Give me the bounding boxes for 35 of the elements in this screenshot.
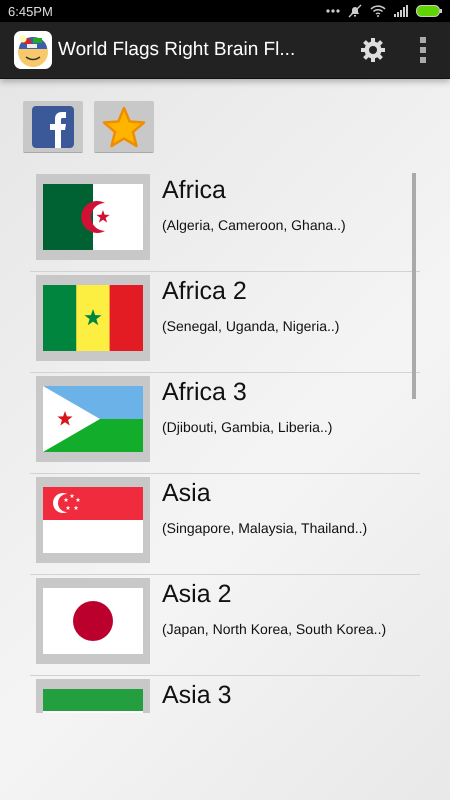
category-examples: (Algeria, Cameroon, Ghana..) xyxy=(162,217,346,233)
app-logo-icon xyxy=(14,31,52,69)
flag-icon xyxy=(43,386,143,452)
category-name: Asia 2 xyxy=(162,580,232,609)
category-row[interactable]: Africa (Algeria, Cameroon, Ghana..) xyxy=(30,171,420,272)
category-name: Africa 2 xyxy=(162,277,248,306)
category-examples: (Japan, North Korea, South Korea..) xyxy=(162,621,386,637)
category-name: Africa 3 xyxy=(162,378,248,407)
category-name: Asia xyxy=(162,479,212,508)
category-name: Asia 3 xyxy=(162,681,232,710)
flag-icon xyxy=(43,487,143,553)
menu-icon xyxy=(420,37,426,63)
facebook-icon xyxy=(32,106,74,148)
category-row[interactable]: Africa 2 (Senegal, Uganda, Nigeria..) xyxy=(30,272,420,373)
flag-icon xyxy=(43,285,143,351)
facebook-button[interactable] xyxy=(23,101,83,153)
category-row[interactable]: Asia (Singapore, Malaysia, Thailand..) xyxy=(30,474,420,575)
alarm-off-icon xyxy=(348,4,362,18)
category-row[interactable]: Asia 2 (Japan, North Korea, South Korea..) xyxy=(30,575,420,676)
more-notifications-icon xyxy=(326,9,340,13)
flag-icon xyxy=(43,588,143,654)
flag-icon xyxy=(43,184,143,250)
app-title: World Flags Right Brain Fl... xyxy=(58,39,296,61)
battery-icon xyxy=(416,5,442,17)
category-row[interactable]: Africa 3 (Djibouti, Gambia, Liberia..) xyxy=(30,373,420,474)
wifi-icon xyxy=(370,5,386,17)
category-examples: (Singapore, Malaysia, Thailand..) xyxy=(162,520,368,536)
status-time: 6:45PM xyxy=(8,4,53,18)
category-row[interactable]: Asia 3 xyxy=(30,676,420,713)
settings-icon xyxy=(360,37,386,63)
star-icon xyxy=(102,106,146,148)
category-examples: (Senegal, Uganda, Nigeria..) xyxy=(162,318,340,334)
category-name: Africa xyxy=(162,176,227,205)
signal-icon xyxy=(394,5,408,17)
category-examples: (Djibouti, Gambia, Liberia..) xyxy=(162,419,332,435)
